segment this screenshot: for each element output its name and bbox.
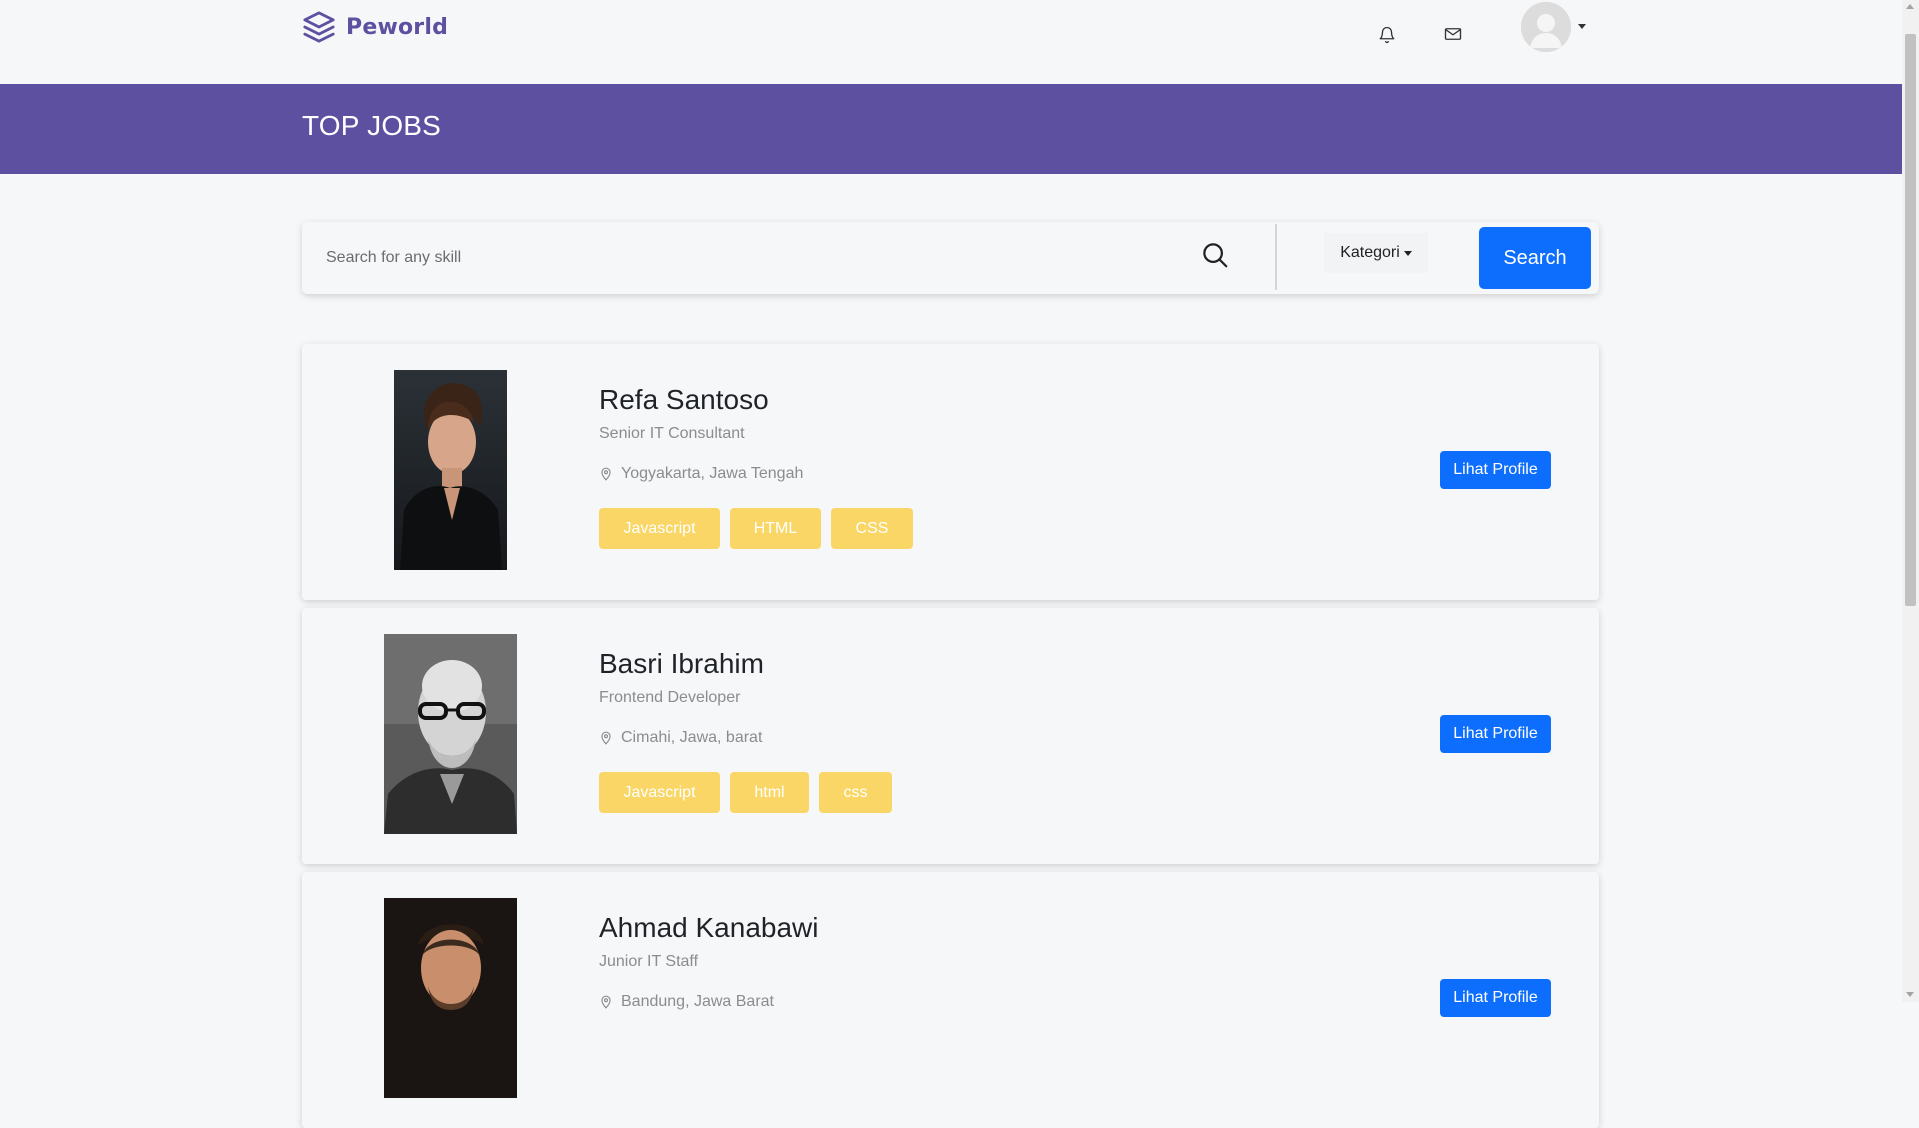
view-profile-button[interactable]: Lihat Profile: [1440, 715, 1551, 753]
profile-name: Basri Ibrahim: [599, 648, 764, 679]
profile-card: Refa Santoso Senior IT Consultant Yogyak…: [302, 344, 1599, 600]
chevron-down-icon: [1403, 250, 1412, 256]
category-label: Kategori: [1340, 244, 1400, 261]
skill-list: Javascript HTML CSS: [599, 508, 913, 549]
map-pin-icon: [601, 467, 611, 481]
mail-icon[interactable]: [1440, 21, 1466, 47]
brand-name: Peworld: [346, 14, 449, 40]
profile-name: Refa Santoso: [599, 384, 769, 415]
location-text: Bandung, Jawa Barat: [621, 993, 774, 1010]
search-bar: Kategori Search: [302, 222, 1599, 294]
brand-logo[interactable]: Peworld: [302, 10, 448, 44]
view-profile-button[interactable]: Lihat Profile: [1440, 979, 1551, 1017]
avatar-dropdown-caret[interactable]: [1578, 24, 1586, 29]
profile-job-title: Junior IT Staff: [599, 953, 699, 970]
search-divider: [1275, 224, 1277, 290]
page-header-band: TOP JOBS: [0, 84, 1902, 174]
skill-badge: Javascript: [599, 508, 720, 549]
skill-badge: Javascript: [599, 772, 720, 813]
profile-location: Bandung, Jawa Barat: [599, 993, 774, 1011]
bell-icon[interactable]: [1374, 22, 1400, 48]
skill-badge: html: [730, 772, 809, 813]
page-title: TOP JOBS: [302, 110, 442, 141]
search-button[interactable]: Search: [1479, 227, 1591, 289]
view-profile-button[interactable]: Lihat Profile: [1440, 451, 1551, 489]
skill-badge: CSS: [831, 508, 913, 549]
map-pin-icon: [601, 731, 611, 745]
profile-photo: [394, 370, 507, 570]
skill-badge: HTML: [730, 508, 821, 549]
search-input[interactable]: [302, 222, 1156, 294]
skill-badge: css: [819, 772, 892, 813]
scroll-up-arrow-icon[interactable]: [1906, 4, 1914, 9]
search-icon[interactable]: [1200, 240, 1230, 270]
profile-photo: [384, 898, 517, 1098]
map-pin-icon: [601, 995, 611, 1009]
category-dropdown[interactable]: Kategori: [1324, 233, 1428, 273]
scroll-down-arrow-icon[interactable]: [1906, 992, 1914, 997]
profile-job-title: Senior IT Consultant: [599, 425, 745, 442]
profile-name: Ahmad Kanabawi: [599, 912, 819, 943]
skill-list: Javascript html css: [599, 772, 892, 813]
user-avatar-icon[interactable]: [1521, 2, 1571, 52]
profile-card: Basri Ibrahim Frontend Developer Cimahi,…: [302, 608, 1599, 864]
profile-location: Cimahi, Jawa, barat: [599, 729, 762, 747]
top-navbar: Peworld: [0, 0, 1902, 84]
scrollbar-thumb[interactable]: [1905, 34, 1916, 606]
profile-location: Yogyakarta, Jawa Tengah: [599, 465, 803, 483]
layers-icon: [303, 11, 335, 43]
location-text: Yogyakarta, Jawa Tengah: [621, 465, 804, 482]
profile-card: Ahmad Kanabawi Junior IT Staff Bandung, …: [302, 872, 1599, 1128]
profile-photo: [384, 634, 517, 834]
profile-job-title: Frontend Developer: [599, 689, 741, 706]
location-text: Cimahi, Jawa, barat: [621, 729, 763, 746]
